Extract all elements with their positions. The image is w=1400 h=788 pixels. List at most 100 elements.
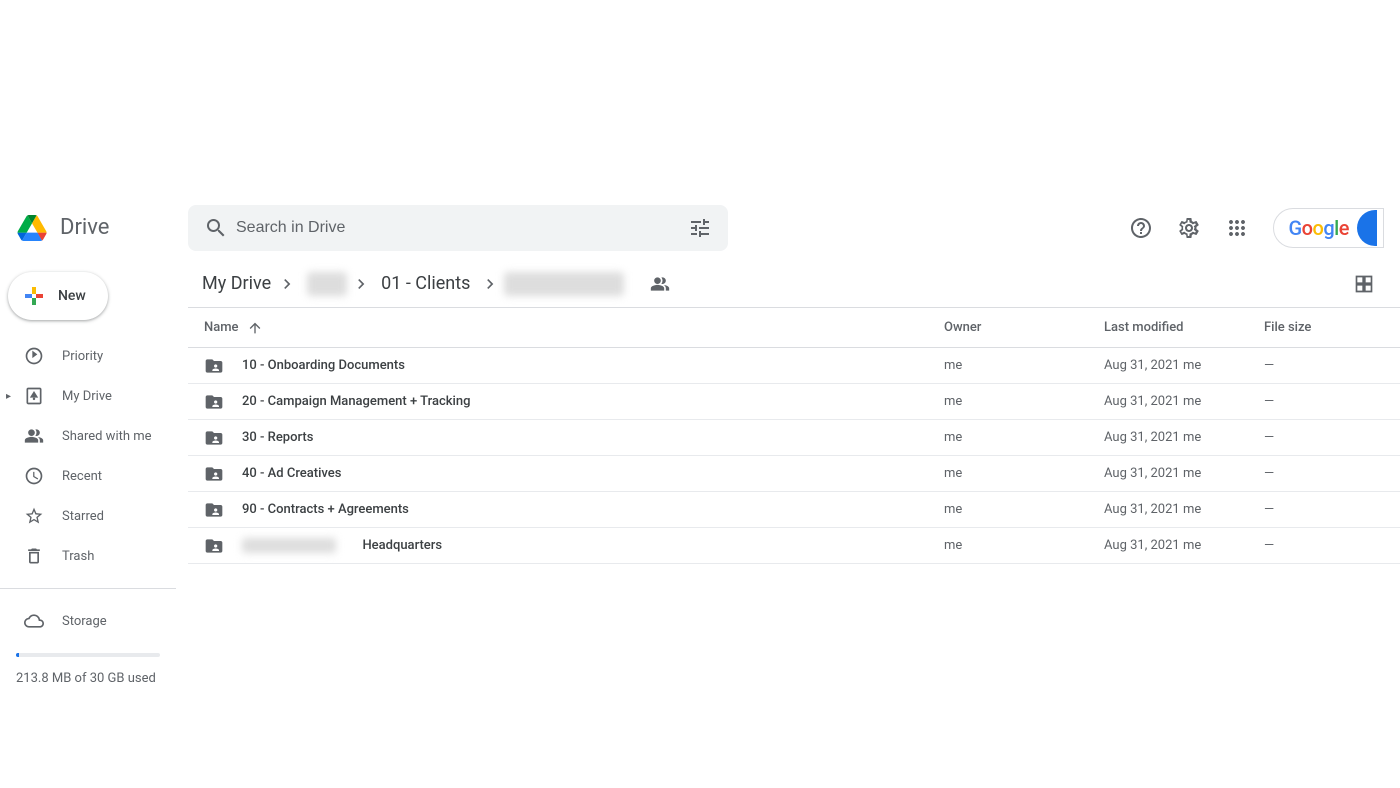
grid-view-icon[interactable]: [1344, 264, 1384, 304]
main-content: My Drive 01 - Clients: [176, 260, 1400, 788]
column-owner-header[interactable]: Owner: [944, 320, 1104, 335]
sidebar-item-label: Trash: [62, 549, 94, 564]
new-button-label: New: [58, 288, 86, 304]
table-row[interactable]: 20 - Campaign Management + Tracking meAug…: [188, 384, 1400, 420]
file-owner-cell: me: [944, 538, 1104, 553]
breadcrumb-clients[interactable]: 01 - Clients: [375, 269, 476, 298]
sidebar-item-starred[interactable]: Starred: [0, 496, 176, 536]
manage-access-icon[interactable]: [640, 264, 680, 304]
file-size-cell: —: [1264, 538, 1384, 553]
sidebar-item-label: Storage: [62, 614, 107, 629]
app-name: Drive: [60, 215, 109, 240]
file-name-cell: 30 - Reports: [204, 428, 944, 448]
table-row[interactable]: ....HeadquartersmeAug 31, 2021 me—: [188, 528, 1400, 564]
file-name-label: 30 - Reports: [242, 430, 313, 445]
drive-logo-icon: [12, 208, 52, 248]
file-size-cell: —: [1264, 394, 1384, 409]
sidebar-item-recent[interactable]: Recent: [0, 456, 176, 496]
file-name-label: 90 - Contracts + Agreements: [242, 502, 409, 517]
starred-icon: [24, 506, 44, 526]
redacted-prefix: ....: [242, 538, 336, 553]
file-modified-cell: Aug 31, 2021 me: [1104, 430, 1264, 445]
column-name-header[interactable]: Name: [204, 320, 944, 336]
file-name-cell: 20 - Campaign Management + Tracking: [204, 392, 944, 412]
file-modified-cell: Aug 31, 2021 me: [1104, 358, 1264, 373]
sidebar-item-label: Starred: [62, 509, 104, 524]
file-size-cell: —: [1264, 466, 1384, 481]
help-icon[interactable]: [1121, 208, 1161, 248]
storage-progress-bar: [16, 653, 160, 657]
table-row[interactable]: 30 - Reports meAug 31, 2021 me—: [188, 420, 1400, 456]
shared-folder-icon: [204, 392, 224, 412]
file-name-cell: 10 - Onboarding Documents: [204, 356, 944, 376]
file-name-label: 40 - Ad Creatives: [242, 466, 341, 481]
sidebar-item-my-drive[interactable]: My Drive: [0, 376, 176, 416]
chevron-right-icon: [277, 274, 297, 294]
file-owner-cell: me: [944, 466, 1104, 481]
sidebar-item-priority[interactable]: Priority: [0, 336, 176, 376]
shared-icon: [24, 426, 44, 446]
sidebar-divider: [0, 588, 176, 589]
breadcrumb-root-label: My Drive: [202, 273, 271, 294]
file-name-cell: 90 - Contracts + Agreements: [204, 500, 944, 520]
sidebar-item-storage[interactable]: Storage: [0, 601, 176, 641]
table-row[interactable]: 90 - Contracts + Agreements meAug 31, 202…: [188, 492, 1400, 528]
shared-folder-icon: [204, 500, 224, 520]
sidebar-item-trash[interactable]: Trash: [0, 536, 176, 576]
file-size-cell: —: [1264, 502, 1384, 517]
file-owner-cell: me: [944, 502, 1104, 517]
column-size-header[interactable]: File size: [1264, 320, 1384, 335]
google-account-chip[interactable]: Google: [1273, 208, 1384, 248]
file-owner-cell: me: [944, 358, 1104, 373]
avatar: [1357, 210, 1377, 246]
sidebar-item-label: Shared with me: [62, 429, 152, 444]
search-icon[interactable]: [196, 208, 236, 248]
file-owner-cell: me: [944, 394, 1104, 409]
breadcrumb-root[interactable]: My Drive: [196, 269, 303, 298]
shared-folder-icon: [204, 464, 224, 484]
file-size-cell: —: [1264, 358, 1384, 373]
column-name-label: Name: [204, 320, 239, 335]
file-modified-cell: Aug 31, 2021 me: [1104, 502, 1264, 517]
priority-icon: [24, 346, 44, 366]
storage-usage-text: 213.8 MB of 30 GB used: [0, 665, 176, 692]
apps-grid-icon[interactable]: [1217, 208, 1257, 248]
file-owner-cell: me: [944, 430, 1104, 445]
sidebar-item-label: My Drive: [62, 389, 112, 404]
settings-icon[interactable]: [1169, 208, 1209, 248]
trash-icon: [24, 546, 44, 566]
file-name-cell: 40 - Ad Creatives: [204, 464, 944, 484]
breadcrumb-redacted-1[interactable]: [307, 272, 347, 296]
file-name-label: 20 - Campaign Management + Tracking: [242, 394, 470, 409]
breadcrumb-redacted-2[interactable]: [504, 272, 624, 296]
sidebar-item-label: Priority: [62, 349, 103, 364]
file-name-cell: ....Headquarters: [204, 536, 944, 556]
shared-folder-icon: [204, 428, 224, 448]
file-size-cell: —: [1264, 430, 1384, 445]
topbar: Drive Google: [0, 196, 1400, 260]
shared-folder-icon: [204, 536, 224, 556]
file-name-label: 10 - Onboarding Documents: [242, 358, 405, 373]
my-drive-icon: [24, 386, 44, 406]
google-logo-text: Google: [1288, 216, 1349, 240]
column-modified-header[interactable]: Last modified: [1104, 320, 1264, 335]
file-modified-cell: Aug 31, 2021 me: [1104, 394, 1264, 409]
breadcrumb: My Drive 01 - Clients: [188, 264, 1344, 304]
file-list: 10 - Onboarding DocumentsmeAug 31, 2021 …: [188, 348, 1400, 564]
search-options-icon[interactable]: [680, 208, 720, 248]
plus-icon: [22, 284, 46, 308]
chevron-right-icon: [480, 274, 500, 294]
search-input[interactable]: [236, 219, 680, 237]
file-modified-cell: Aug 31, 2021 me: [1104, 466, 1264, 481]
sidebar-item-label: Recent: [62, 469, 102, 484]
sidebar-item-shared[interactable]: Shared with me: [0, 416, 176, 456]
storage-icon: [24, 611, 44, 631]
recent-icon: [24, 466, 44, 486]
table-row[interactable]: 40 - Ad Creatives meAug 31, 2021 me—: [188, 456, 1400, 492]
sort-ascending-icon: [247, 320, 263, 336]
sidebar: New Priority My Drive Shared with me Re: [0, 260, 176, 788]
table-row[interactable]: 10 - Onboarding Documents meAug 31, 2021 …: [188, 348, 1400, 384]
new-button[interactable]: New: [8, 272, 108, 320]
column-header-row: Name Owner Last modified File size: [188, 308, 1400, 348]
drive-logo-link[interactable]: Drive: [8, 208, 188, 248]
